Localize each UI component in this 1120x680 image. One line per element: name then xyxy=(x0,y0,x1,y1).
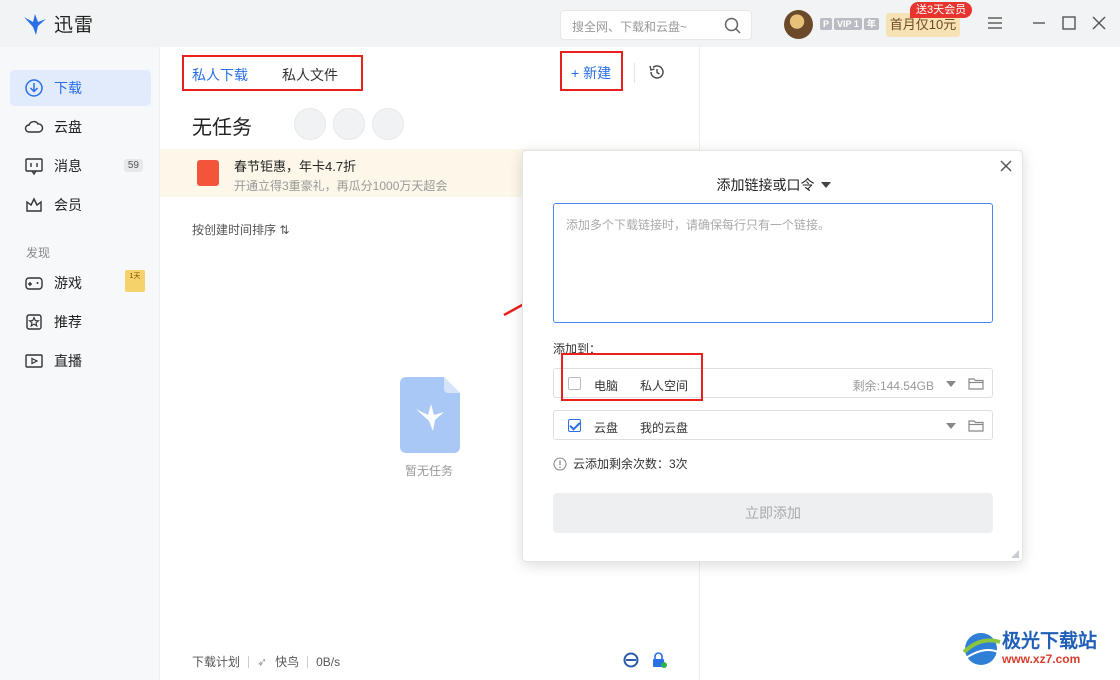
chevron-down-icon[interactable] xyxy=(946,423,956,429)
sidebar-item-label: 云盘 xyxy=(54,119,82,135)
tab-private-download[interactable]: 私人下载 xyxy=(192,65,248,85)
watermark: 极光下载站 www.xz7.com xyxy=(960,628,1097,670)
destination-type: 云盘 xyxy=(594,421,619,435)
games-badge: 1天 xyxy=(125,270,145,292)
sidebar-item-label: 会员 xyxy=(54,197,82,213)
resize-handle-icon[interactable] xyxy=(1011,550,1019,558)
lock-icon[interactable] xyxy=(650,651,668,669)
thunder-bird-icon xyxy=(24,13,46,35)
chevron-down-icon xyxy=(820,182,831,188)
vip-badge-level: VIP 1 xyxy=(834,18,862,30)
sidebar-item-download[interactable]: 下载 xyxy=(10,70,151,106)
vip-badge-icon[interactable] xyxy=(333,108,365,140)
rocket-badge-icon[interactable] xyxy=(372,108,404,140)
minimize-icon[interactable] xyxy=(1030,14,1048,32)
status-footer: 下载计划 ➶ 快鸟 0B/s xyxy=(192,653,340,670)
menu-icon[interactable] xyxy=(986,14,1004,32)
sort-dropdown[interactable]: 按创建时间排序 ⇅ xyxy=(192,221,289,238)
empty-file-icon xyxy=(400,377,460,453)
gift-icon xyxy=(197,160,219,186)
chevron-down-icon[interactable] xyxy=(946,381,956,387)
sidebar-item-recommend[interactable]: 推荐 xyxy=(10,304,151,340)
page-title: 无任务 xyxy=(192,117,252,139)
discover-section-label: 发现 xyxy=(26,246,51,260)
app-name: 迅雷 xyxy=(54,15,95,36)
folder-icon[interactable] xyxy=(968,419,984,432)
link-input[interactable] xyxy=(553,203,993,323)
download-plan-link[interactable]: 下载计划 xyxy=(192,653,240,670)
speed-text: 0B/s xyxy=(316,654,341,669)
cloud-quota: 云添加剩余次数：3次 xyxy=(553,455,688,472)
sidebar-item-cloud[interactable]: 云盘 xyxy=(10,109,151,145)
sidebar-item-label: 下载 xyxy=(54,80,82,96)
promo-badge: 送3天会员 xyxy=(910,2,973,18)
footer-divider xyxy=(307,655,309,668)
live-icon xyxy=(25,354,43,368)
diamond-badge-icon[interactable] xyxy=(294,108,326,140)
new-task-button[interactable]: + 新建 xyxy=(571,63,611,83)
close-icon[interactable] xyxy=(1090,14,1108,32)
globe-logo-icon xyxy=(962,633,1001,665)
kuainiao-link[interactable]: 快鸟 xyxy=(275,653,299,670)
dialog-close-icon[interactable] xyxy=(999,159,1013,173)
search-placeholder: 搜全网、下载和云盘~ xyxy=(572,20,688,34)
sidebar-item-games[interactable]: 游戏 1天 xyxy=(10,265,151,301)
vip-badge-year: 年 xyxy=(863,18,879,30)
download-icon xyxy=(25,79,43,97)
dialog-title-text: 添加链接或口令 xyxy=(716,177,815,193)
browser-icon[interactable] xyxy=(622,651,640,669)
search-icon[interactable] xyxy=(724,17,741,34)
vip-badges: P VIP 1 年 xyxy=(820,18,879,30)
tab-private-files[interactable]: 私人文件 xyxy=(282,65,338,85)
banner-title: 春节钜惠，年卡4.7折 xyxy=(234,159,357,174)
empty-state-text: 暂无任务 xyxy=(405,464,454,478)
title-bar: 迅雷 搜全网、下载和云盘~ P VIP 1 年 首月仅10元 送3天会员 xyxy=(0,0,1120,47)
watermark-title: 极光下载站 xyxy=(1002,631,1098,652)
sidebar-item-messages[interactable]: 消息 59 xyxy=(10,148,151,184)
watermark-url: www.xz7.com xyxy=(1002,652,1081,666)
cloud-icon xyxy=(24,120,44,133)
user-avatar[interactable] xyxy=(784,10,813,39)
info-icon xyxy=(553,456,567,471)
sidebar-item-vip[interactable]: 会员 xyxy=(10,187,151,223)
vip-badge-p: P xyxy=(820,18,833,30)
dialog-title[interactable]: 添加链接或口令 xyxy=(523,175,1024,195)
cloud-checkbox[interactable] xyxy=(568,419,581,432)
star-icon xyxy=(26,314,42,330)
sidebar-item-label: 游戏 xyxy=(54,275,82,291)
toolbar-divider xyxy=(634,63,635,83)
app-logo: 迅雷 xyxy=(22,10,94,37)
sidebar-item-label: 消息 xyxy=(54,158,82,174)
add-link-dialog: 添加链接或口令 添加到： 电脑 私人空间 剩余:144.54GB 云盘 我的云盘… xyxy=(522,150,1023,562)
crown-icon xyxy=(26,197,42,212)
free-space-text: 剩余:144.54GB xyxy=(852,379,934,393)
maximize-icon[interactable] xyxy=(1060,14,1078,32)
kuainiao-bird-icon: ➶ xyxy=(257,654,268,669)
sidebar-item-label: 推荐 xyxy=(54,314,82,330)
footer-divider xyxy=(248,655,250,668)
sidebar: 下载 云盘 消息 59 会员 发现 游戏 1天 推荐 直播 xyxy=(0,47,160,680)
message-count-badge: 59 xyxy=(123,159,143,172)
sidebar-item-label: 直播 xyxy=(54,353,82,369)
folder-icon[interactable] xyxy=(968,377,984,390)
destination-highlight-box xyxy=(561,353,703,401)
message-icon xyxy=(25,158,43,176)
sidebar-item-live[interactable]: 直播 xyxy=(10,343,151,379)
destination-row-cloud[interactable]: 云盘 我的云盘 xyxy=(553,410,993,440)
quota-text: 云添加剩余次数：3次 xyxy=(573,457,688,471)
banner-subtitle: 开通立得3重豪礼，再瓜分1000万天超会 xyxy=(234,179,448,193)
search-box[interactable]: 搜全网、下载和云盘~ xyxy=(560,10,752,40)
history-icon[interactable] xyxy=(647,62,667,82)
gamepad-icon xyxy=(25,277,43,290)
add-now-button[interactable]: 立即添加 xyxy=(553,493,993,533)
destination-location: 我的云盘 xyxy=(640,421,689,435)
